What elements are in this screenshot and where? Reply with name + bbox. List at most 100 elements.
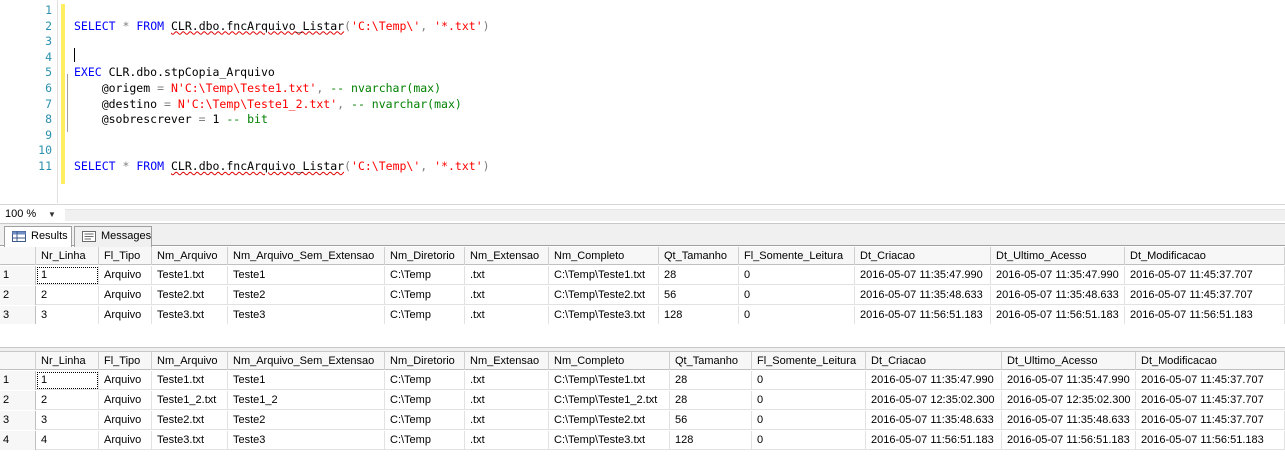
table-cell[interactable]: 2016-05-07 11:35:47.990 <box>866 371 1002 390</box>
table-cell[interactable]: .txt <box>465 306 549 325</box>
code-line[interactable]: 7 @destino = N'C:\Temp\Teste1_2.txt', --… <box>0 97 1285 113</box>
table-cell[interactable]: 2016-05-07 11:45:37.707 <box>1136 411 1285 430</box>
table-cell[interactable]: 2016-05-07 12:35:02.300 <box>1002 391 1136 410</box>
table-cell[interactable]: 2016-05-07 11:56:51.183 <box>1136 431 1285 450</box>
table-cell[interactable]: 2016-05-07 12:35:02.300 <box>866 391 1002 410</box>
table-cell[interactable]: 0 <box>739 306 855 325</box>
row-number[interactable]: 2 <box>0 286 36 305</box>
table-cell[interactable]: .txt <box>465 411 549 430</box>
column-header[interactable]: Nr_Linha <box>36 352 99 370</box>
row-number[interactable]: 2 <box>0 391 36 410</box>
table-cell[interactable]: 2016-05-07 11:45:37.707 <box>1136 371 1285 390</box>
table-cell[interactable]: Arquivo <box>99 411 152 430</box>
table-row[interactable]: 1 1 Arquivo Teste1.txt Teste1 C:\Temp .txt C:\T… <box>0 266 1285 285</box>
column-header[interactable]: Dt_Ultimo_Acesso <box>1002 352 1136 370</box>
column-header[interactable]: Nm_Arquivo <box>152 352 228 370</box>
grid-corner[interactable] <box>0 247 36 265</box>
table-cell[interactable]: C:\Temp <box>385 371 465 390</box>
table-cell[interactable]: C:\Temp\Teste2.txt <box>549 411 670 430</box>
table-row[interactable]: 4 4 Arquivo Teste3.txt Teste3 C:\Temp .txt C:\T… <box>0 431 1285 450</box>
table-cell[interactable]: Arquivo <box>99 266 152 285</box>
code-line[interactable]: 1 <box>0 3 1285 19</box>
table-cell[interactable]: 2016-05-07 11:56:51.183 <box>991 306 1125 325</box>
sql-editor[interactable]: 1 2 SELECT * FROM CLR.dbo.fncArquivo_Lista… <box>0 0 1285 203</box>
column-header[interactable]: Dt_Criacao <box>866 352 1002 370</box>
table-cell[interactable]: 3 <box>36 411 99 430</box>
column-header[interactable]: Nm_Completo <box>549 352 670 370</box>
code-line[interactable]: 6 @origem = N'C:\Temp\Teste1.txt', -- nv… <box>0 81 1285 97</box>
column-header[interactable]: Nm_Diretorio <box>385 247 465 265</box>
table-cell[interactable]: 2016-05-07 11:35:48.633 <box>1002 411 1136 430</box>
table-cell[interactable]: .txt <box>465 371 549 390</box>
table-cell[interactable]: 0 <box>752 391 866 410</box>
table-cell[interactable]: Teste1 <box>228 266 385 285</box>
table-cell[interactable]: 128 <box>670 431 752 450</box>
code-line[interactable]: 11 SELECT * FROM CLR.dbo.fncArquivo_Lista… <box>0 159 1285 175</box>
row-number[interactable]: 1 <box>0 371 36 390</box>
table-cell[interactable]: 0 <box>752 371 866 390</box>
table-cell[interactable]: 0 <box>739 266 855 285</box>
results-grid-2[interactable]: Nr_Linha Fl_Tipo Nm_Arquivo Nm_Arquivo_Sem_… <box>0 352 1285 459</box>
column-header[interactable]: Fl_Somente_Leitura <box>752 352 866 370</box>
table-cell[interactable]: 2016-05-07 11:35:47.990 <box>855 266 991 285</box>
horizontal-scrollbar[interactable] <box>65 209 1285 221</box>
table-cell[interactable]: 2016-05-07 11:56:51.183 <box>1002 431 1136 450</box>
table-cell[interactable]: 28 <box>670 391 752 410</box>
table-cell[interactable]: C:\Temp\Teste2.txt <box>549 286 659 305</box>
table-cell[interactable]: Teste2.txt <box>152 286 228 305</box>
table-cell[interactable]: Teste3.txt <box>152 306 228 325</box>
column-header[interactable]: Qt_Tamanho <box>670 352 752 370</box>
table-cell[interactable]: Teste2.txt <box>152 411 228 430</box>
table-cell[interactable]: C:\Temp\Teste3.txt <box>549 431 670 450</box>
table-cell[interactable]: 2016-05-07 11:35:47.990 <box>1002 371 1136 390</box>
column-header[interactable]: Dt_Modificacao <box>1125 247 1285 265</box>
column-header[interactable]: Nm_Completo <box>549 247 659 265</box>
table-cell[interactable]: 28 <box>659 266 739 285</box>
table-row[interactable]: 2 2 Arquivo Teste1_2.txt Teste1_2 C:\Temp .txt… <box>0 391 1285 410</box>
table-cell[interactable]: C:\Temp <box>385 306 465 325</box>
table-cell[interactable]: 2016-05-07 11:35:47.990 <box>991 266 1125 285</box>
table-cell[interactable]: 0 <box>752 431 866 450</box>
code-line[interactable]: 10 <box>0 143 1285 159</box>
table-cell[interactable]: Teste1.txt <box>152 266 228 285</box>
code-line[interactable]: 8 @sobrescrever = 1 -- bit <box>0 112 1285 128</box>
table-cell[interactable]: 3 <box>36 306 99 325</box>
grid-corner[interactable] <box>0 352 36 370</box>
row-number[interactable]: 3 <box>0 306 36 325</box>
code-line[interactable]: 4 <box>0 50 1285 66</box>
tab-messages[interactable]: Messages <box>74 226 152 247</box>
table-cell[interactable]: 2016-05-07 11:56:51.183 <box>1125 306 1285 325</box>
table-cell[interactable]: .txt <box>465 266 549 285</box>
column-header[interactable]: Fl_Somente_Leitura <box>739 247 855 265</box>
table-cell[interactable]: Arquivo <box>99 371 152 390</box>
tab-results[interactable]: Results <box>4 226 72 248</box>
code-line[interactable]: 2 SELECT * FROM CLR.dbo.fncArquivo_Listar… <box>0 19 1285 35</box>
column-header[interactable]: Fl_Tipo <box>99 352 152 370</box>
table-cell[interactable]: Arquivo <box>99 431 152 450</box>
code-line[interactable]: 5 EXEC CLR.dbo.stpCopia_Arquivo <box>0 65 1285 81</box>
column-header[interactable]: Nm_Arquivo_Sem_Extensao <box>228 352 385 370</box>
column-header[interactable]: Dt_Criacao <box>855 247 991 265</box>
column-header[interactable]: Nr_Linha <box>36 247 99 265</box>
column-header[interactable]: Nm_Diretorio <box>385 352 465 370</box>
table-row[interactable]: 3 3 Arquivo Teste2.txt Teste2 C:\Temp .txt C:\T… <box>0 411 1285 430</box>
table-row[interactable]: 2 2 Arquivo Teste2.txt Teste2 C:\Temp .txt C:\T… <box>0 286 1285 305</box>
table-cell[interactable]: Teste3 <box>228 306 385 325</box>
code-line[interactable]: 3 <box>0 34 1285 50</box>
table-cell[interactable]: 128 <box>659 306 739 325</box>
table-cell[interactable]: Teste1 <box>228 371 385 390</box>
row-number[interactable]: 4 <box>0 431 36 450</box>
row-number[interactable]: 3 <box>0 411 36 430</box>
code-line[interactable]: 9 <box>0 128 1285 144</box>
table-cell[interactable]: C:\Temp <box>385 266 465 285</box>
table-cell[interactable]: C:\Temp\Teste3.txt <box>549 306 659 325</box>
table-cell[interactable]: 2016-05-07 11:56:51.183 <box>866 431 1002 450</box>
table-cell[interactable]: 2016-05-07 11:35:48.633 <box>866 411 1002 430</box>
table-cell[interactable]: 1 <box>36 371 99 390</box>
column-header[interactable]: Nm_Arquivo_Sem_Extensao <box>228 247 385 265</box>
table-cell[interactable]: 0 <box>739 286 855 305</box>
table-cell[interactable]: .txt <box>465 391 549 410</box>
column-header[interactable]: Qt_Tamanho <box>659 247 739 265</box>
results-grid-1[interactable]: Nr_Linha Fl_Tipo Nm_Arquivo Nm_Arquivo_Sem_… <box>0 247 1285 325</box>
table-row[interactable]: 3 3 Arquivo Teste3.txt Teste3 C:\Temp .txt C:\T… <box>0 306 1285 325</box>
